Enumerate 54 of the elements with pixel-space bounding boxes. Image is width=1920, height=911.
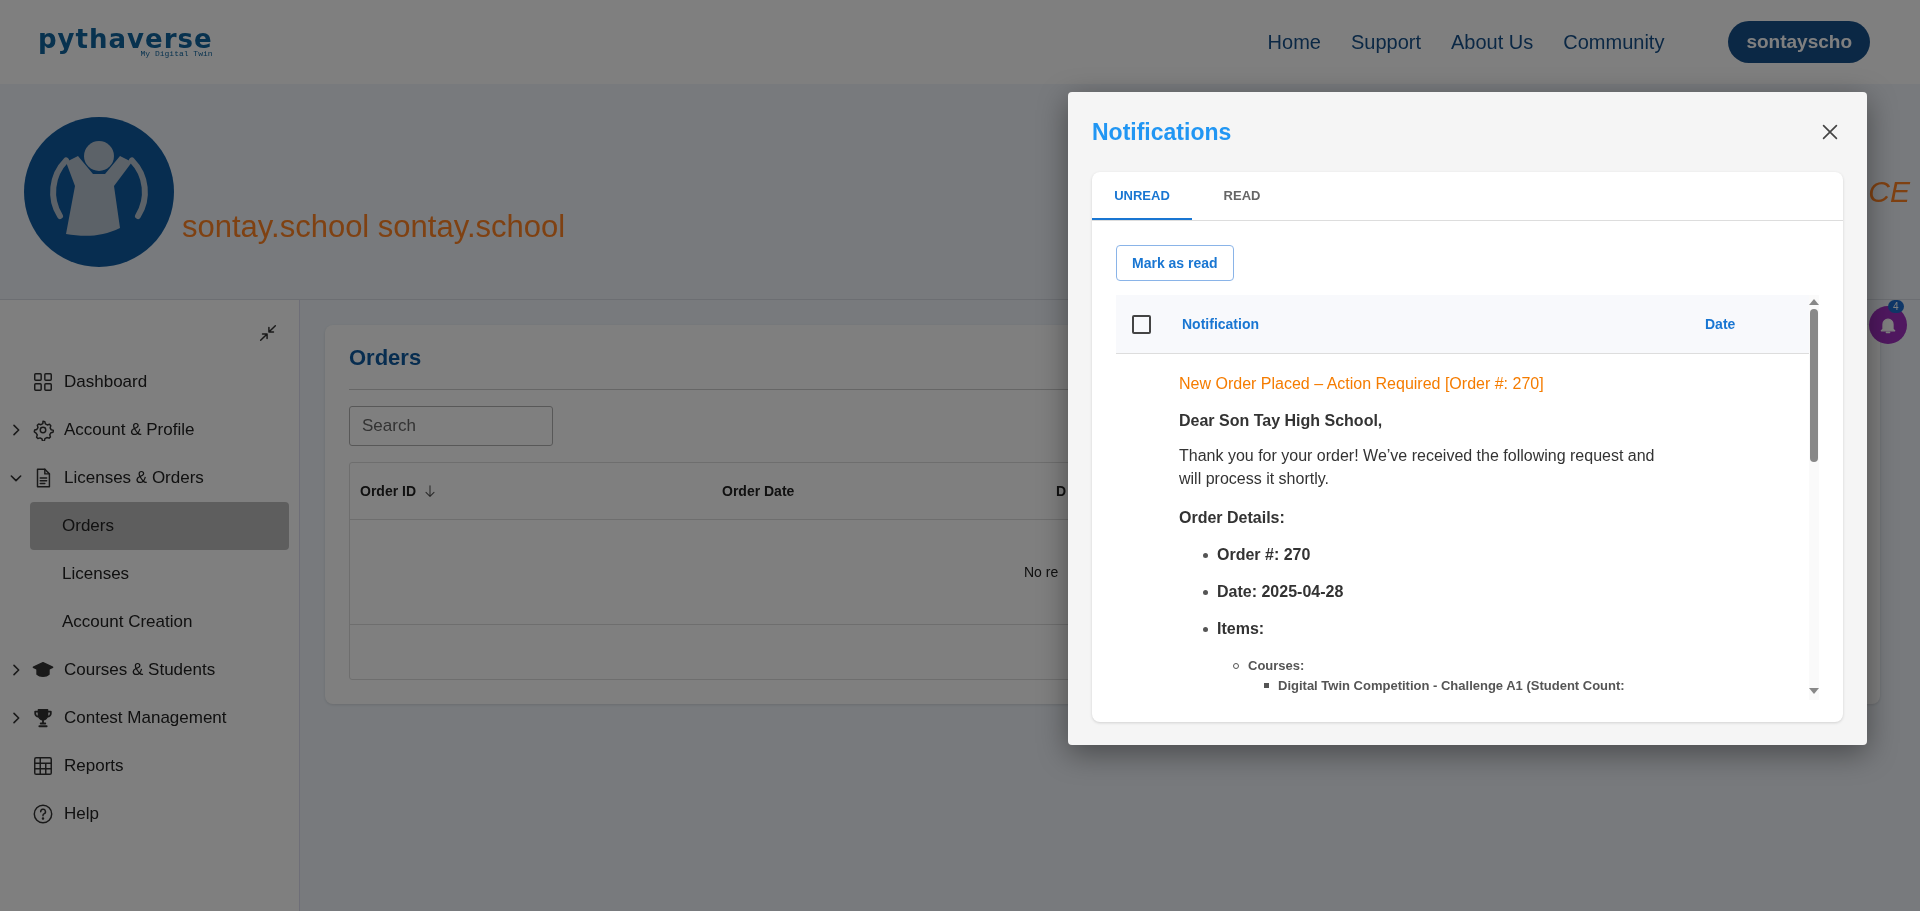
greeting-text: Dear Son Tay High School,	[1179, 411, 1384, 430]
banner-text: CE	[1868, 174, 1910, 209]
collapse-icon	[257, 322, 279, 344]
list-item-text: Items:	[1217, 619, 1266, 638]
table-icon	[32, 755, 54, 777]
sidebar-item[interactable]: Contest Management	[0, 694, 299, 742]
list-item-text: Date: 2025-04-28	[1217, 582, 1344, 601]
settings-icon	[32, 419, 54, 441]
mark-as-read-button[interactable]: Mark as read	[1116, 245, 1234, 281]
sidebar-subitem[interactable]: Licenses	[30, 550, 289, 598]
nav-link[interactable]: About Us	[1451, 30, 1534, 54]
help-icon	[32, 803, 54, 825]
avatar-icon	[24, 116, 174, 267]
sidebar-subitem[interactable]: Account Creation	[30, 598, 289, 646]
profile-name: sontay.school sontay.school	[182, 208, 566, 245]
bullet-icon	[1203, 627, 1208, 632]
scrollbar[interactable]	[1809, 295, 1819, 700]
sidebar-item[interactable]: Account & Profile	[0, 406, 299, 454]
tab[interactable]: READ	[1192, 172, 1292, 220]
sidebar-item[interactable]: Dashboard	[0, 358, 299, 406]
nav-link[interactable]: Support	[1350, 30, 1421, 54]
sidebar-subitem[interactable]: Orders	[30, 502, 289, 550]
column-header[interactable]: Order ID	[360, 483, 416, 499]
notification-title[interactable]: New Order Placed – Action Required [Order #: 270]	[1179, 374, 1809, 393]
sidebar-item[interactable]: Licenses & Orders	[0, 454, 299, 502]
empty-message: No re	[1024, 564, 1059, 580]
list-item-text: Order #: 270	[1217, 545, 1311, 564]
sidebar-item[interactable]: Reports	[0, 742, 299, 790]
bullet-icon	[1264, 683, 1269, 688]
bullet-icon	[1203, 590, 1208, 595]
section-heading: Order Details:	[1179, 508, 1286, 527]
nav-link[interactable]: Community	[1563, 30, 1665, 54]
search-field[interactable]: Search	[349, 406, 553, 446]
sidebar-item[interactable]: Help	[0, 790, 299, 838]
column-header[interactable]: D	[1056, 483, 1067, 499]
count-badge: 4	[1888, 300, 1904, 313]
column-header[interactable]: Notification	[1182, 316, 1705, 332]
scroll-thumb[interactable]	[1810, 309, 1818, 462]
select-all-checkbox[interactable]	[1132, 314, 1151, 334]
list-item-text: Digital Twin Competition - Challenge A1 (Student Count:	[1278, 678, 1625, 694]
message-text: Thank you for your order! We’ve received the following request and will process it shortly.	[1179, 446, 1656, 489]
dialog-title: Notifications	[1092, 118, 1232, 146]
tab[interactable]: UNREAD	[1092, 172, 1192, 220]
list-item-text: Courses:	[1248, 658, 1306, 674]
column-header[interactable]: Date	[1705, 316, 1809, 332]
sidebar-item[interactable]: Courses & Students	[0, 646, 299, 694]
nav-link[interactable]: Home	[1267, 30, 1321, 54]
trophy-icon	[32, 707, 54, 729]
column-header[interactable]: Order Date	[722, 483, 795, 499]
user-button[interactable]: sontayscho	[1728, 21, 1870, 63]
scroll-down-icon	[1809, 688, 1819, 694]
bullet-icon	[1203, 553, 1208, 558]
grid-icon	[32, 371, 54, 393]
page-title: Orders	[349, 345, 423, 371]
